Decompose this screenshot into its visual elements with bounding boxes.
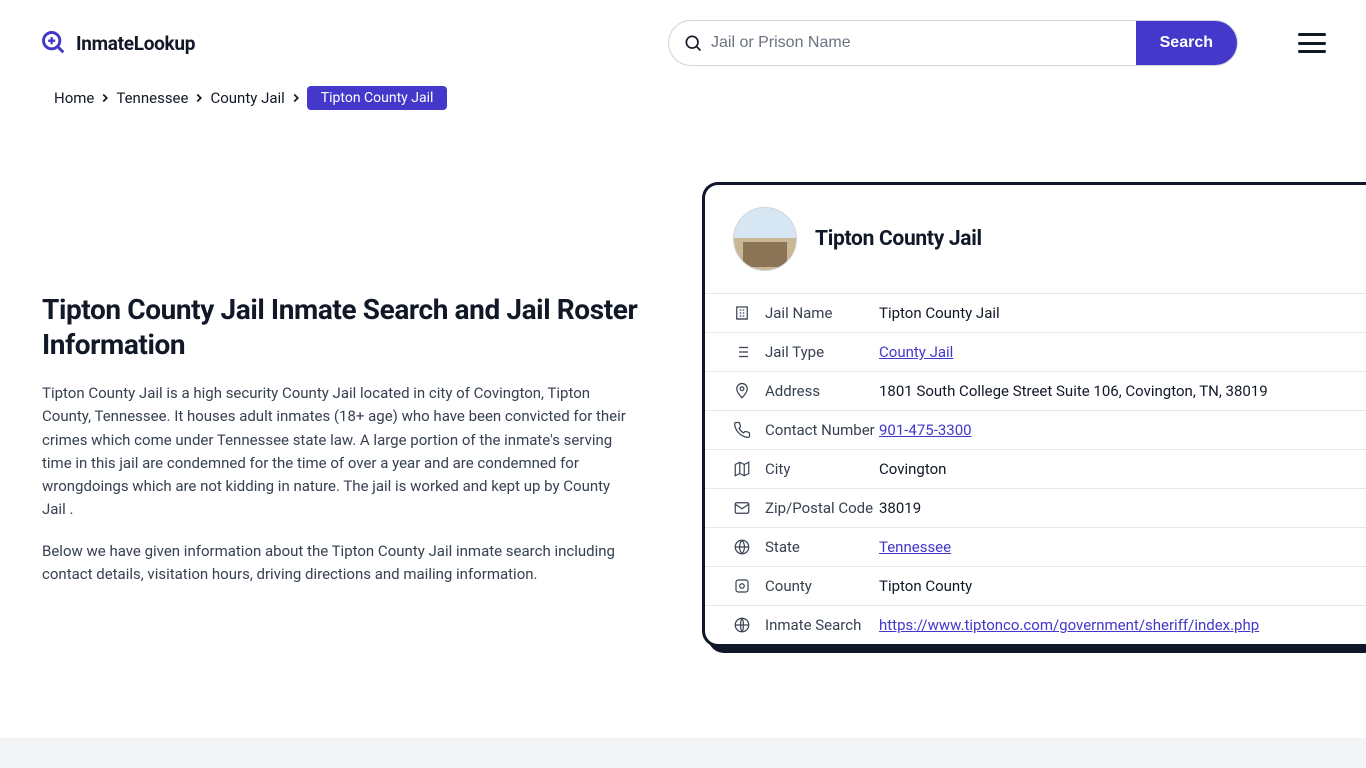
main: Tipton County Jail Inmate Search and Jai… (0, 122, 1366, 647)
row-value: Tipton County (879, 577, 972, 595)
logo[interactable]: InmateLookup (40, 29, 195, 57)
chevron-right-icon (192, 91, 206, 105)
row-label: State (765, 538, 879, 556)
info-row: StateTennessee (705, 527, 1366, 566)
info-row: Jail NameTipton County Jail (705, 293, 1366, 332)
row-label: Jail Name (765, 304, 879, 322)
info-row: CityCovington (705, 449, 1366, 488)
row-label: Jail Type (765, 343, 879, 361)
info-row: Contact Number901-475-3300 (705, 410, 1366, 449)
row-value[interactable]: County Jail (879, 343, 953, 361)
logo-icon (40, 29, 68, 57)
info-row: Zip/Postal Code38019 (705, 488, 1366, 527)
info-row: Jail TypeCounty Jail (705, 332, 1366, 371)
badge-icon (733, 577, 751, 595)
row-value[interactable]: Tennessee (879, 538, 951, 556)
row-label: Zip/Postal Code (765, 499, 879, 517)
info-row: CountyTipton County (705, 566, 1366, 605)
chevron-right-icon (289, 91, 303, 105)
row-value: 38019 (879, 499, 921, 517)
jail-avatar (733, 207, 797, 271)
menu-button[interactable] (1298, 33, 1326, 53)
header: InmateLookup Search (0, 0, 1366, 86)
list-icon (733, 343, 751, 361)
content-column: Tipton County Jail Inmate Search and Jai… (42, 122, 642, 647)
row-value: Covington (879, 460, 946, 478)
page-title: Tipton County Jail Inmate Search and Jai… (42, 292, 642, 362)
search-icon (683, 33, 703, 53)
brand-name: InmateLookup (76, 32, 195, 55)
row-label: City (765, 460, 879, 478)
web-icon (733, 616, 751, 634)
breadcrumb-home[interactable]: Home (54, 89, 94, 107)
building-icon (733, 304, 751, 322)
phone-icon (733, 421, 751, 439)
search-button[interactable]: Search (1136, 21, 1237, 65)
intro-paragraph-2: Below we have given information about th… (42, 540, 632, 587)
envelope-icon (733, 499, 751, 517)
globe-icon (733, 538, 751, 556)
row-label: Contact Number (765, 421, 879, 439)
row-value[interactable]: https://www.tiptonco.com/government/sher… (879, 616, 1259, 634)
row-value: Tipton County Jail (879, 304, 1000, 322)
chevron-right-icon (98, 91, 112, 105)
map-icon (733, 460, 751, 478)
breadcrumb-type[interactable]: County Jail (210, 89, 284, 107)
search-bar: Search (668, 20, 1238, 66)
search-input[interactable] (711, 21, 1136, 65)
row-label: County (765, 577, 879, 595)
row-value: 1801 South College Street Suite 106, Cov… (879, 382, 1268, 400)
breadcrumb-current: Tipton County Jail (307, 86, 448, 110)
breadcrumb-state[interactable]: Tennessee (116, 89, 188, 107)
info-row: Inmate Searchhttps://www.tiptonco.com/go… (705, 605, 1366, 644)
jail-info-card: Tipton County Jail Jail NameTipton Count… (702, 182, 1366, 647)
card-title: Tipton County Jail (815, 227, 982, 251)
info-row: Address1801 South College Street Suite 1… (705, 371, 1366, 410)
pin-icon (733, 382, 751, 400)
card-header: Tipton County Jail (705, 185, 1366, 293)
info-column: Tipton County Jail Jail NameTipton Count… (642, 122, 1366, 647)
row-value[interactable]: 901-475-3300 (879, 421, 972, 439)
row-label: Address (765, 382, 879, 400)
intro-paragraph-1: Tipton County Jail is a high security Co… (42, 382, 632, 522)
row-label: Inmate Search (765, 616, 879, 634)
footer-bar (0, 738, 1366, 768)
breadcrumb: Home Tennessee County Jail Tipton County… (0, 86, 1366, 122)
